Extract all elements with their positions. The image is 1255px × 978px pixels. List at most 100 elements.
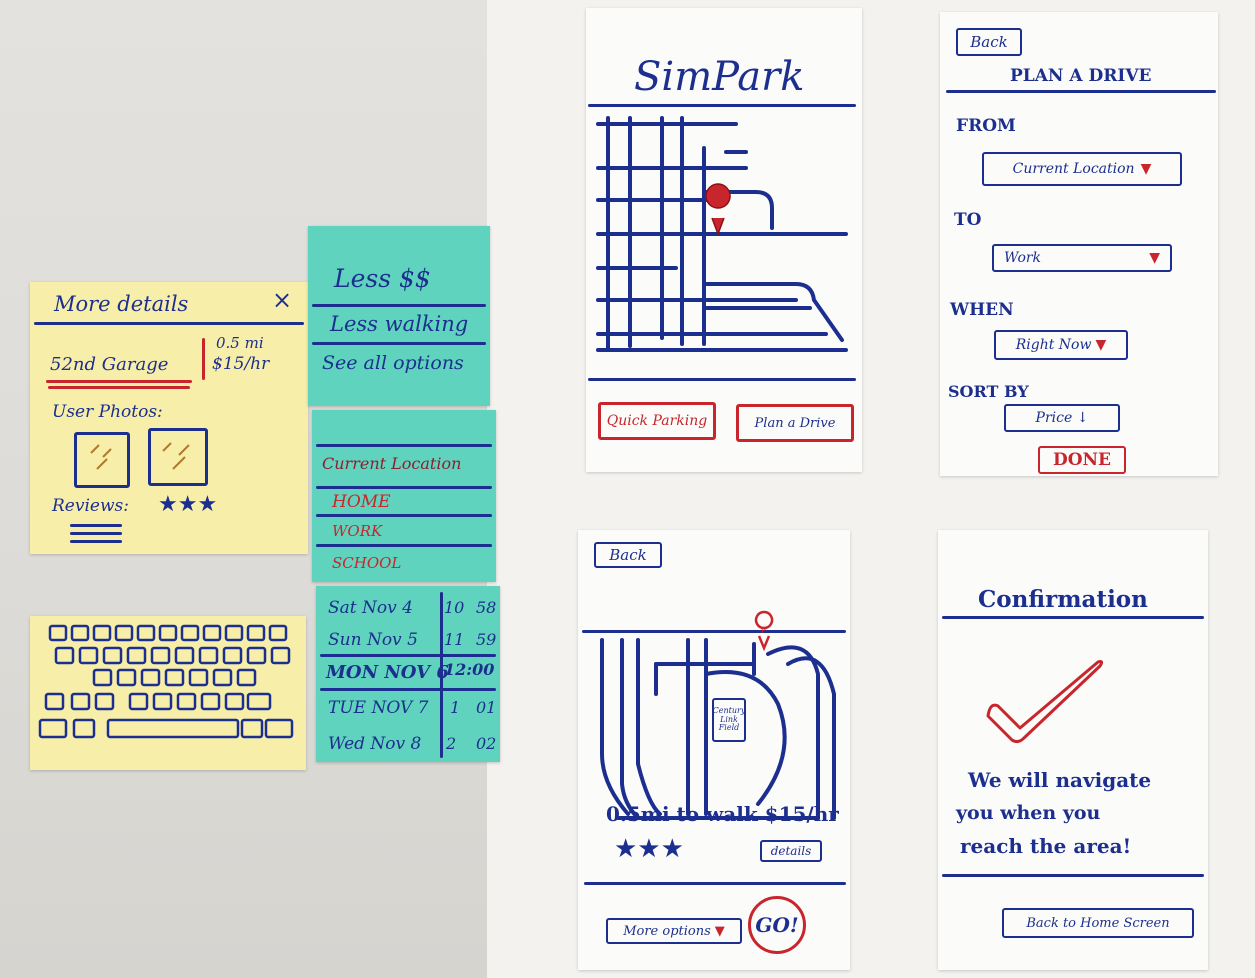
close-icon[interactable]: ×: [272, 286, 292, 314]
details-title: More details: [54, 292, 189, 316]
filter-divider: [312, 342, 486, 345]
checkmark-icon: [986, 660, 1104, 744]
quick-parking-button[interactable]: Quick Parking: [598, 402, 716, 440]
app-title: SimPark: [634, 54, 805, 100]
location-divider: [316, 514, 492, 517]
review-text-line: [70, 532, 122, 535]
stadium-label: Century Link Field: [712, 698, 746, 742]
street-map[interactable]: [586, 108, 862, 368]
picker-hour[interactable]: 11: [444, 630, 464, 649]
confirm-title: Confirmation: [978, 586, 1148, 613]
parking-pin-icon[interactable]: P: [761, 626, 766, 635]
photos-label: User Photos:: [52, 402, 163, 422]
picker-selected-day[interactable]: MON NOV 6: [326, 662, 449, 683]
confirm-message: you when you: [956, 802, 1101, 824]
plan-drive-button[interactable]: Plan a Drive: [736, 404, 854, 442]
more-options-label: More options: [623, 923, 711, 939]
picker-hour[interactable]: 1: [450, 698, 460, 717]
confirm-message: We will navigate: [968, 768, 1152, 792]
from-select[interactable]: Current Location ▼: [982, 152, 1182, 186]
location-option[interactable]: SCHOOL: [332, 554, 401, 572]
reviews-label: Reviews:: [52, 496, 129, 516]
details-button[interactable]: details: [760, 840, 822, 862]
result-screen: Back P Century Link Field 0.5mi to walk …: [578, 530, 850, 970]
chevron-down-icon: ▼: [1149, 250, 1160, 266]
plan-title-divider: [946, 90, 1216, 93]
title-divider: [588, 104, 856, 107]
back-button[interactable]: Back: [956, 28, 1022, 56]
location-option[interactable]: HOME: [332, 492, 391, 512]
keyboard-keys: [38, 624, 294, 739]
photo-thumbnail[interactable]: [74, 432, 130, 488]
picker-minute[interactable]: 01: [476, 698, 496, 717]
garage-rate: $15/hr: [212, 354, 270, 374]
back-home-button[interactable]: Back to Home Screen: [1002, 908, 1194, 938]
current-location-option[interactable]: Current Location: [322, 454, 461, 473]
picker-day[interactable]: Sun Nov 5: [328, 630, 418, 650]
picker-hour[interactable]: 2: [446, 734, 456, 753]
results-bottom-divider: [584, 882, 846, 885]
map-bottom-divider: [588, 378, 856, 381]
garage-underline-2: [48, 386, 190, 389]
picker-selection-line: [320, 654, 496, 657]
location-divider: [316, 544, 492, 547]
locations-card: Current Location HOME WORK SCHOOL: [312, 410, 496, 582]
garage-name: 52nd Garage: [50, 354, 169, 375]
picker-selected-time[interactable]: 12:00: [444, 660, 494, 679]
sort-label: SORT BY: [948, 382, 1029, 401]
location-option[interactable]: WORK: [332, 522, 382, 540]
to-label: TO: [954, 210, 982, 230]
filter-option[interactable]: See all options: [322, 352, 464, 374]
picker-selection-line: [320, 688, 496, 691]
garage-distance: 0.5 mi: [216, 334, 264, 352]
from-label: FROM: [956, 116, 1016, 136]
confirm-screen: Confirmation We will navigate you when y…: [938, 530, 1208, 970]
picker-minute[interactable]: 59: [476, 630, 496, 649]
picker-minute[interactable]: 02: [476, 734, 496, 753]
photo-sketch-icon: [162, 442, 190, 470]
to-select[interactable]: Work ▼: [992, 244, 1172, 272]
garage-underline: [46, 380, 192, 383]
confirm-title-divider: [942, 616, 1204, 619]
photo-thumbnail[interactable]: [148, 428, 208, 486]
chevron-down-icon: ▼: [1140, 161, 1152, 177]
filter-option[interactable]: Less $$: [334, 264, 431, 293]
home-screen: SimPark Quick Parking Plan a Drive: [586, 8, 862, 472]
filter-option[interactable]: Less walking: [330, 312, 468, 336]
garage-divider: [202, 338, 205, 380]
back-button[interactable]: Back: [594, 542, 662, 568]
picker-day[interactable]: Sat Nov 4: [328, 598, 413, 618]
photo-sketch-icon: [90, 444, 112, 470]
filter-divider: [312, 304, 486, 307]
review-stars: ★★★: [158, 492, 218, 517]
picker-day[interactable]: TUE NOV 7: [328, 698, 429, 718]
picker-day[interactable]: Wed Nov 8: [328, 734, 421, 754]
location-divider: [316, 486, 492, 489]
filter-options-card: Less $$ Less walking See all options: [308, 226, 490, 406]
more-options-select[interactable]: More options ▼: [606, 918, 742, 944]
review-text-line: [70, 540, 122, 543]
confirm-message: reach the area!: [960, 834, 1132, 858]
details-card: More details × 52nd Garage 0.5 mi $15/hr…: [30, 282, 308, 554]
plan-title: PLAN A DRIVE: [1010, 66, 1152, 86]
sort-select[interactable]: Price ↓: [1004, 404, 1120, 432]
plan-drive-screen: Back PLAN A DRIVE FROM Current Location ▼…: [940, 12, 1218, 476]
location-divider: [316, 444, 492, 447]
details-divider: [34, 322, 304, 325]
result-stars: ★★★: [614, 834, 684, 864]
map-top-divider: [582, 630, 846, 633]
when-select[interactable]: Right Now ▼: [994, 330, 1128, 360]
done-button[interactable]: DONE: [1038, 446, 1126, 474]
go-button[interactable]: GO!: [748, 896, 806, 954]
picker-minute[interactable]: 58: [476, 598, 496, 617]
date-picker-card: Sat Nov 4 10 58 Sun Nov 5 11 59 MON NOV …: [316, 586, 500, 762]
review-text-line: [70, 524, 122, 527]
picker-hour[interactable]: 10: [444, 598, 464, 617]
result-summary: 0.5mi to walk $15/hr: [606, 802, 839, 826]
to-value: Work: [1004, 250, 1042, 266]
from-value: Current Location: [1012, 161, 1135, 177]
when-value: Right Now: [1015, 337, 1092, 353]
when-label: WHEN: [950, 300, 1014, 320]
keyboard-card: [30, 616, 306, 770]
confirm-bottom-divider: [942, 874, 1204, 877]
